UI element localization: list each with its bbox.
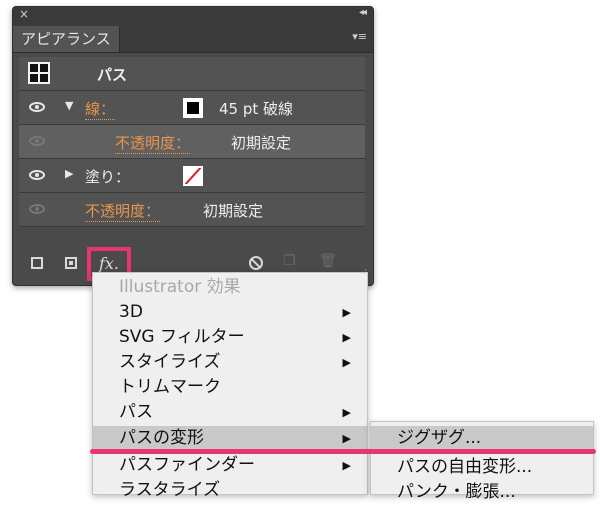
submenu-item-pucker-bloat[interactable]: パンク・膨張... xyxy=(371,480,593,505)
submenu-arrow-icon: ▶ xyxy=(342,331,351,344)
path-thumbnail-icon xyxy=(28,62,50,84)
menu-item-3d[interactable]: 3D ▶ xyxy=(93,300,367,325)
path-label: パス xyxy=(97,66,128,84)
tab-appearance[interactable]: アピアランス xyxy=(13,26,120,52)
menu-item-illustrator-effects: Illustrator 効果 xyxy=(119,277,241,297)
add-stroke-icon[interactable] xyxy=(31,257,43,269)
fx-dropdown-menu: Illustrator 効果 3D ▶ SVG フィルター ▶ スタイライズ ▶ トリ… xyxy=(92,272,368,500)
submenu-arrow-icon: ▶ xyxy=(342,356,351,369)
visibility-eye-icon[interactable] xyxy=(29,136,45,146)
menu-item-path[interactable]: パス ▶ xyxy=(93,400,367,425)
stroke-row[interactable]: ▼ 線： 45 pt 破線 xyxy=(19,91,365,125)
close-icon[interactable]: × xyxy=(19,7,29,21)
opacity-label[interactable]: 不透明度： xyxy=(85,200,161,222)
appearance-panel: × ◂◂ アピアランス ▾≡ パス ▼ 線： 45 pt 破線 不透明度： 初期… xyxy=(12,6,374,286)
panel-titlebar: × ◂◂ xyxy=(13,7,373,24)
menu-item-trim-marks[interactable]: トリムマーク xyxy=(93,375,367,400)
fill-row[interactable]: ▶ 塗り： xyxy=(19,159,365,193)
menu-item-svg-filter[interactable]: SVG フィルター ▶ xyxy=(93,325,367,350)
distort-transform-submenu: ジグザグ... パスの自由変形... パンク・膨張... xyxy=(370,421,594,502)
tab-row: アピアランス ▾≡ xyxy=(13,24,373,53)
submenu-arrow-icon: ▶ xyxy=(342,459,351,472)
fill-swatch[interactable] xyxy=(183,166,203,186)
expand-down-icon[interactable]: ▼ xyxy=(65,99,73,112)
stroke-opacity-label[interactable]: 不透明度： xyxy=(115,132,191,154)
panel-menu-icon[interactable]: ▾≡ xyxy=(352,30,367,43)
menu-item-distort-transform[interactable]: パスの変形 ▶ xyxy=(93,426,367,451)
opacity-value: 初期設定 xyxy=(203,202,264,220)
opacity-row[interactable]: 不透明度： 初期設定 xyxy=(19,193,365,227)
stroke-opacity-value: 初期設定 xyxy=(231,134,292,152)
expand-right-icon[interactable]: ▶ xyxy=(65,167,73,180)
stroke-value: 45 pt 破線 xyxy=(219,100,294,118)
stroke-opacity-row[interactable]: 不透明度： 初期設定 xyxy=(19,125,365,159)
submenu-item-free-distort[interactable]: パスの自由変形... xyxy=(371,455,593,480)
clear-appearance-icon[interactable] xyxy=(249,256,263,270)
menu-item-pathfinder[interactable]: パスファインダー ▶ xyxy=(93,453,367,478)
duplicate-item-icon[interactable]: ❐ xyxy=(283,253,296,269)
visibility-eye-icon[interactable] xyxy=(29,102,45,112)
submenu-arrow-icon: ▶ xyxy=(342,406,351,419)
visibility-eye-icon[interactable] xyxy=(29,204,45,214)
stroke-label[interactable]: 線： xyxy=(85,98,116,120)
submenu-arrow-icon: ▶ xyxy=(342,432,351,445)
stroke-swatch[interactable] xyxy=(183,98,203,118)
path-row[interactable]: パス xyxy=(19,57,365,91)
fill-label[interactable]: 塗り： xyxy=(85,166,130,187)
submenu-arrow-icon: ▶ xyxy=(342,306,351,319)
visibility-eye-icon[interactable] xyxy=(29,170,45,180)
collapse-icon[interactable]: ◂◂ xyxy=(359,7,367,18)
add-fill-icon[interactable] xyxy=(65,257,77,269)
trash-icon[interactable]: 🗑 xyxy=(319,253,337,269)
menu-item-stylize[interactable]: スタイライズ ▶ xyxy=(93,350,367,375)
submenu-item-zigzag[interactable]: ジグザグ... xyxy=(371,426,593,451)
highlight-annotation-line xyxy=(90,449,596,454)
menu-item-rasterize[interactable]: ラスタライズ xyxy=(93,478,367,503)
